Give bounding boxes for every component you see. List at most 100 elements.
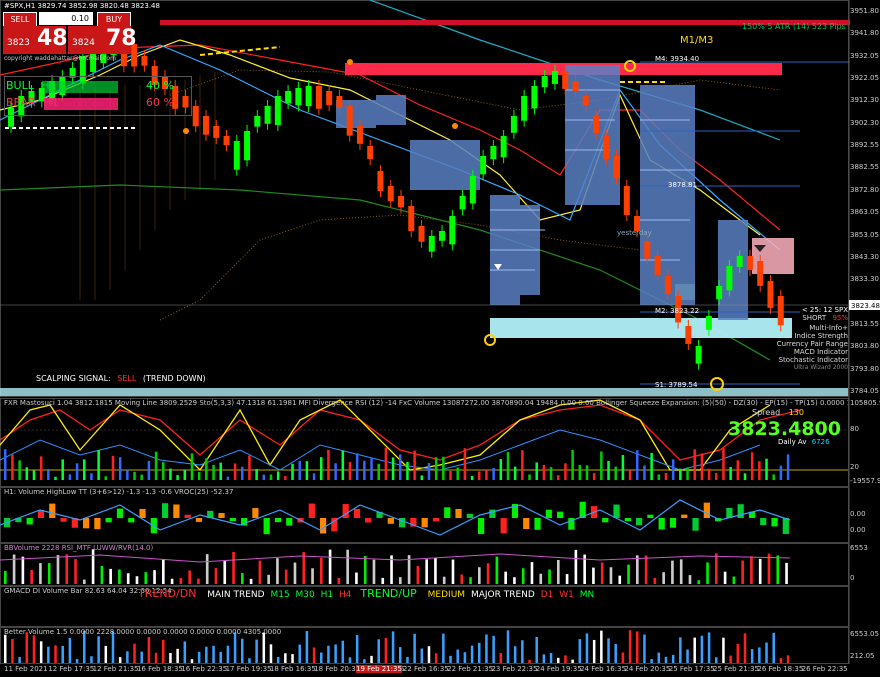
indicator-bar <box>140 651 143 663</box>
indicator-bar <box>686 649 689 663</box>
indicator-bar <box>785 562 788 584</box>
indicator-bar <box>183 470 187 480</box>
ask-price-box[interactable]: 3824 78 <box>68 26 137 54</box>
indicator-bar <box>75 658 79 663</box>
indicator-bar <box>692 518 699 531</box>
indicator-bar <box>133 643 136 663</box>
panel5-axis-top: 6553.05 <box>850 630 879 638</box>
sell-button[interactable]: SELL <box>3 12 37 27</box>
time-tick: 24 Feb 19:35 <box>535 665 582 673</box>
bear-candle <box>623 186 630 216</box>
panel5-axis: 6553.05 212.05 <box>848 628 880 664</box>
indicator-bar <box>197 578 200 584</box>
indicator-bar <box>729 466 732 480</box>
bear-candle <box>367 146 374 160</box>
indicator-bar <box>298 460 301 480</box>
indicator-bar <box>765 642 768 663</box>
timeframe-label: M1/M3 <box>680 35 714 46</box>
indicator-bar <box>442 576 446 584</box>
indicator-bar <box>90 656 93 663</box>
indicator-bar <box>420 648 424 663</box>
indicator-bar <box>671 654 675 663</box>
indicator-bar <box>644 555 648 584</box>
indicator-bar <box>32 470 36 480</box>
indicator-bar <box>286 518 293 526</box>
ask-big: 78 <box>106 26 137 51</box>
panel2-axis: 0.00 0.00 <box>848 488 880 543</box>
lot-size-input[interactable]: 0.10 <box>39 12 93 25</box>
indicator-bar <box>176 648 179 663</box>
s1-label: S1: 3789.54 <box>655 381 698 389</box>
indicator-bar <box>585 633 589 663</box>
bull-candle <box>531 86 538 109</box>
indicator-bar <box>226 645 230 663</box>
price-tick: 3784.05 <box>850 387 879 395</box>
indicator-bar <box>574 549 578 584</box>
indicator-bar <box>679 637 682 663</box>
indicator-bar <box>542 654 546 663</box>
price-axis[interactable]: 3951.80 3941.80 3932.05 3922.05 3912.30 3902.… <box>848 0 880 396</box>
price-tick: 3872.80 <box>850 185 879 194</box>
indicator-bar <box>47 468 50 480</box>
trend-down: TREND/DN <box>138 587 197 600</box>
indicator-bar <box>686 467 689 480</box>
indicator-bar <box>118 657 122 663</box>
indicator-bar <box>293 562 297 584</box>
indicator-bar <box>355 572 358 584</box>
indicator-bar <box>420 475 424 480</box>
price-tick: 3932.05 <box>850 51 879 60</box>
bull-candle <box>500 136 507 158</box>
bull-candle <box>428 236 435 252</box>
indicator-bar <box>183 641 187 663</box>
bull-candle <box>233 141 240 170</box>
bid-price-box[interactable]: 3823 48 <box>3 26 68 54</box>
indicator-bar <box>312 647 316 663</box>
indicator-bar <box>478 567 481 584</box>
indicator-bar <box>248 658 251 663</box>
indicator-bar <box>614 466 617 480</box>
bear-candle <box>746 256 753 270</box>
medium: MEDIUM <box>427 590 466 600</box>
indicator-bar <box>377 639 380 663</box>
bull-candle <box>285 91 292 104</box>
indicator-bar <box>118 569 121 584</box>
volume-profile <box>336 65 748 320</box>
indicator-bar <box>219 651 222 663</box>
indicator-bar <box>308 503 315 518</box>
indicator-bar <box>39 563 42 584</box>
indicator-bar <box>758 647 761 663</box>
indicator-bar <box>621 455 625 480</box>
indicator-bar <box>545 509 552 518</box>
indicator-bar <box>535 462 538 480</box>
indicator-bar <box>706 562 709 584</box>
indicator-bar <box>229 518 236 522</box>
indicator-bar <box>11 454 14 480</box>
bear-candle <box>562 71 569 89</box>
time-axis[interactable]: 11 Feb 2021 12 Feb 17:35 12 Feb 21:35 16 Fe… <box>0 665 848 677</box>
indicator-bar <box>320 652 323 663</box>
indicator-bar <box>249 578 253 584</box>
spread-label: Spread <box>752 408 781 417</box>
tf-w1: W1 <box>559 590 574 600</box>
price-tick: 3843.30 <box>850 252 879 261</box>
indicator-bar <box>116 508 124 518</box>
daily-av-label: Daily Av <box>778 438 807 446</box>
indicator-bar <box>363 659 366 663</box>
bull-candle <box>695 346 702 364</box>
indicator-bar <box>455 508 462 518</box>
indicator-bar <box>723 571 727 584</box>
panel1-axis-bottom: -19557.93 <box>850 477 880 485</box>
indicator-bar <box>109 568 112 584</box>
indicator-bar <box>776 555 780 584</box>
indicator-bar <box>478 518 485 535</box>
indicator-bar <box>205 646 208 663</box>
indicator-bar <box>320 557 323 584</box>
info-line-3: Currency Pair Range <box>776 340 848 348</box>
indicator-bar <box>434 653 438 663</box>
indicator-bar <box>470 645 474 663</box>
indicator-bar <box>241 638 244 663</box>
indicator-bar <box>140 474 143 480</box>
bid-small: 3823 <box>7 38 30 48</box>
buy-button[interactable]: BUY <box>97 12 131 27</box>
bear-candle <box>203 116 209 135</box>
